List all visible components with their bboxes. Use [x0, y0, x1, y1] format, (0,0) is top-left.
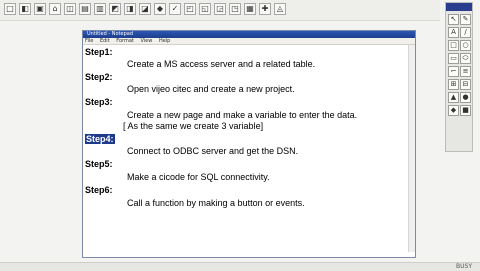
toolbar-button-4[interactable]: ◫ [64, 3, 76, 15]
step3-text: Create a new page and make a variable to… [127, 110, 358, 120]
notepad-window: Untitled - Notepad File Edit Format View… [82, 30, 416, 258]
palette-tool-13[interactable]: ● [460, 92, 471, 103]
palette-tool-3[interactable]: / [460, 27, 471, 38]
step2-text: Open vijeo citec and create a new projec… [127, 84, 295, 94]
palette-tool-6[interactable]: ▭ [448, 53, 459, 64]
palette-tool-12[interactable]: ▲ [448, 92, 459, 103]
palette-tool-15[interactable]: ■ [460, 105, 471, 116]
palette-tool-11[interactable]: ⊟ [460, 79, 471, 90]
step4-text: Connect to ODBC server and get the DSN. [127, 146, 299, 156]
step5-label: Step5: [85, 159, 113, 169]
palette-tool-9[interactable]: ≡ [460, 66, 471, 77]
palette-tool-14[interactable]: ◆ [448, 105, 459, 116]
toolbar-button-11[interactable]: ✓ [169, 3, 181, 15]
tool-palette: ↖ ✎ A / □ ○ ▭ ⬭ ⌐ ≡ ⊞ ⊟ ▲ ● ◆ ■ [445, 2, 473, 152]
toolbar-button-15[interactable]: ◳ [229, 3, 241, 15]
palette-title-bar[interactable] [446, 3, 472, 11]
palette-tool-2[interactable]: A [448, 27, 459, 38]
step4-highlight: Step4: [85, 134, 115, 144]
host-toolbar: □ ◧ ▣ ⌂ ◫ ▤ ▥ ◩ ◨ ◪ ◆ ✓ ◰ ◱ ◲ ◳ ▦ ✚ ◬ [0, 0, 440, 21]
step2-label: Step2: [85, 72, 113, 82]
menu-view[interactable]: View [140, 38, 152, 44]
toolbar-button-14[interactable]: ◲ [214, 3, 226, 15]
palette-tool-8[interactable]: ⌐ [448, 66, 459, 77]
toolbar-button-8[interactable]: ◨ [124, 3, 136, 15]
menu-file[interactable]: File [85, 38, 93, 44]
step6-text: Call a function by making a button or ev… [127, 198, 305, 208]
toolbar-button-6[interactable]: ▥ [94, 3, 106, 15]
palette-tool-10[interactable]: ⊞ [448, 79, 459, 90]
notepad-title-bar[interactable]: Untitled - Notepad [83, 31, 415, 38]
step3-note: [ As the same we create 3 variable] [123, 121, 264, 131]
palette-tool-0[interactable]: ↖ [448, 14, 459, 25]
toolbar-button-16[interactable]: ▦ [244, 3, 256, 15]
vertical-scrollbar[interactable] [408, 45, 415, 252]
toolbar-button-0[interactable]: □ [4, 3, 16, 15]
palette-tool-4[interactable]: □ [448, 40, 459, 51]
step3-label: Step3: [85, 97, 113, 107]
toolbar-button-7[interactable]: ◩ [109, 3, 121, 15]
toolbar-button-3[interactable]: ⌂ [49, 3, 61, 15]
toolbar-button-5[interactable]: ▤ [79, 3, 91, 15]
step1-text: Create a MS access server and a related … [127, 59, 316, 69]
palette-tool-7[interactable]: ⬭ [460, 53, 471, 64]
toolbar-button-2[interactable]: ▣ [34, 3, 46, 15]
notepad-menu-bar: File Edit Format View Help [83, 38, 415, 45]
step1-label: Step1: [85, 47, 113, 57]
step6-label: Step6: [85, 185, 113, 195]
toolbar-button-17[interactable]: ✚ [259, 3, 271, 15]
step4-label: Step4: [85, 134, 115, 144]
menu-help[interactable]: Help [159, 38, 170, 44]
menu-format[interactable]: Format [116, 38, 134, 44]
step5-text: Make a cicode for SQL connectivity. [127, 172, 270, 182]
palette-tool-1[interactable]: ✎ [460, 14, 471, 25]
toolbar-button-12[interactable]: ◰ [184, 3, 196, 15]
notepad-text-area[interactable]: Step1: Create a MS access server and a r… [83, 45, 415, 256]
notepad-title: Untitled - Notepad [87, 31, 134, 37]
toolbar-button-1[interactable]: ◧ [19, 3, 31, 15]
toolbar-button-9[interactable]: ◪ [139, 3, 151, 15]
toolbar-button-10[interactable]: ◆ [154, 3, 166, 15]
menu-edit[interactable]: Edit [100, 38, 110, 44]
toolbar-button-18[interactable]: ◬ [274, 3, 286, 15]
toolbar-button-13[interactable]: ◱ [199, 3, 211, 15]
palette-tool-5[interactable]: ○ [460, 40, 471, 51]
